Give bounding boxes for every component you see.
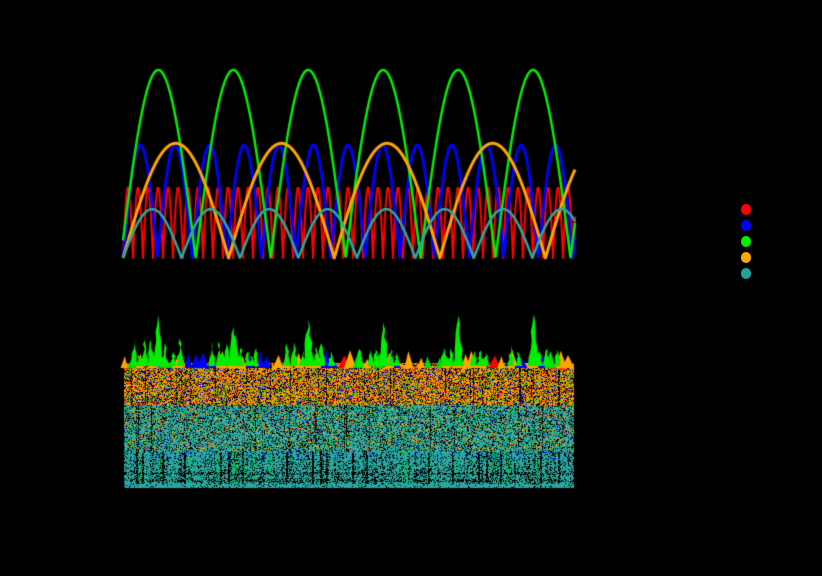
- legend-marker-green: [740, 236, 752, 247]
- figure: [0, 0, 822, 576]
- legend-marker-teal: [740, 268, 752, 279]
- legend-marker-orange: [740, 252, 752, 263]
- chart-canvas: [0, 0, 822, 576]
- legend-marker-red: [740, 204, 752, 215]
- legend-marker-blue: [740, 220, 752, 231]
